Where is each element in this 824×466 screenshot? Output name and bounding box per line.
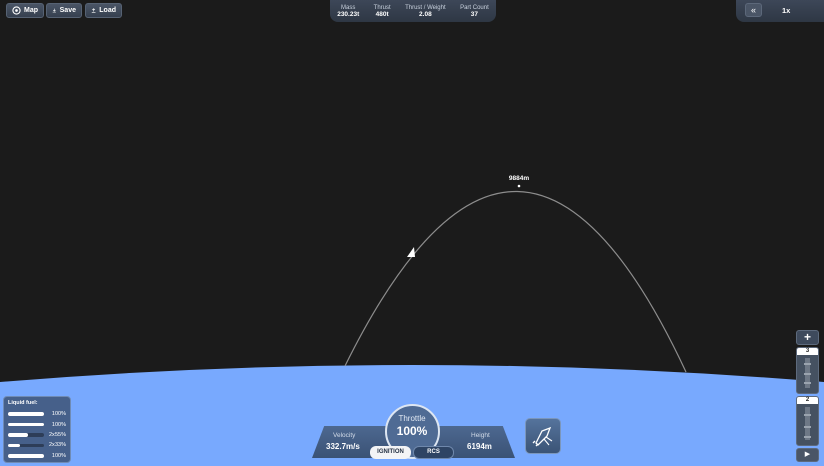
mass-value: 230.23t bbox=[337, 10, 360, 18]
part-count-stat: Part Count 37 bbox=[460, 5, 489, 18]
thrust-weight-value: 2.08 bbox=[419, 10, 432, 18]
map-button[interactable]: Map bbox=[6, 3, 44, 18]
fuel-bar bbox=[8, 454, 44, 458]
fuel-tank-list: 100% 100% 2x 55% 2x 33% 100% bbox=[8, 409, 66, 461]
rocket-stats-panel: Mass 230.23t Thrust 480t Thrust / Weight… bbox=[330, 0, 496, 22]
mass-stat: Mass 230.23t bbox=[337, 5, 359, 18]
fuel-panel: Liquid fuel: 100% 100% 2x 55% 2x 33% 100% bbox=[3, 396, 71, 463]
save-button[interactable]: Save bbox=[46, 3, 82, 18]
fuel-tank-row: 2x 55% bbox=[8, 430, 66, 440]
velocity-value: 332.7m/s bbox=[326, 442, 360, 451]
stage-number: 3 bbox=[797, 348, 818, 355]
fuel-bar bbox=[8, 412, 44, 416]
double-chevron-left-icon: « bbox=[750, 5, 756, 15]
time-warp-decrease-button[interactable]: « bbox=[745, 3, 762, 17]
fuel-bar-fill bbox=[8, 443, 20, 448]
fuel-bar bbox=[8, 433, 44, 437]
rocket-direction-arrow bbox=[407, 247, 415, 257]
stage-parts-icon bbox=[804, 407, 811, 440]
height-label: Height bbox=[471, 432, 490, 439]
staging-strip: + 3 2 ▶ bbox=[796, 330, 820, 463]
fuel-bar bbox=[8, 443, 44, 448]
time-warp-panel: « 1x bbox=[736, 0, 824, 22]
thrust-label: Thrust bbox=[373, 4, 391, 11]
apoapsis-label: 9884m bbox=[508, 175, 530, 182]
height-value: 6194m bbox=[467, 442, 492, 451]
apoapsis-marker bbox=[517, 184, 521, 188]
fuel-percent: 55% bbox=[54, 431, 66, 438]
fuel-multiplier: 2x bbox=[49, 442, 55, 449]
fuel-tank-row: 100% bbox=[8, 409, 66, 419]
plus-icon: + bbox=[803, 330, 811, 344]
world-scene bbox=[0, 184, 824, 466]
load-label: Load bbox=[99, 7, 116, 14]
thrust-weight-label: Thrust / Weight bbox=[405, 4, 446, 11]
time-scale-value: 1x bbox=[782, 6, 791, 15]
stage-number: 2 bbox=[797, 397, 818, 404]
thrust-value: 480t bbox=[375, 10, 389, 18]
fuel-bar-fill bbox=[8, 433, 28, 437]
fuel-percent: 100% bbox=[51, 452, 66, 459]
thrust-weight-stat: Thrust / Weight 2.08 bbox=[405, 5, 446, 18]
velocity-label: Velocity bbox=[333, 432, 356, 439]
ignition-button[interactable]: IGNITION bbox=[370, 446, 411, 459]
fuel-bar-fill bbox=[8, 422, 44, 427]
fuel-percent: 100% bbox=[51, 421, 66, 428]
fuel-bar bbox=[8, 422, 44, 427]
map-label: Map bbox=[24, 7, 38, 14]
fuel-percent: 33% bbox=[54, 442, 66, 449]
fuel-multiplier: 2x bbox=[49, 431, 55, 438]
upload-icon bbox=[91, 8, 96, 13]
fuel-tank-row: 100% bbox=[8, 419, 66, 429]
rcs-button[interactable]: RCS bbox=[413, 446, 454, 459]
fuel-percent: 100% bbox=[51, 411, 66, 418]
stage-card-3[interactable]: 3 bbox=[796, 347, 819, 394]
part-count-label: Part Count bbox=[460, 4, 489, 11]
save-label: Save bbox=[59, 7, 76, 14]
part-count-value: 37 bbox=[470, 10, 479, 18]
stage-parts-icon bbox=[804, 358, 811, 388]
fuel-tank-row: 2x 33% bbox=[8, 440, 66, 450]
thrust-stat: Thrust 480t bbox=[374, 5, 391, 18]
rocket-separation-icon bbox=[532, 426, 553, 447]
trajectory-path bbox=[344, 190, 687, 373]
throttle-value: 100% bbox=[396, 424, 428, 438]
download-icon bbox=[52, 8, 56, 13]
fuel-title: Liquid fuel: bbox=[8, 400, 38, 406]
play-stage-button[interactable]: ▶ bbox=[796, 448, 819, 462]
throttle-label: Throttle bbox=[398, 414, 426, 423]
play-icon: ▶ bbox=[804, 451, 811, 458]
fuel-bar-fill bbox=[8, 454, 44, 458]
load-button[interactable]: Load bbox=[85, 3, 122, 18]
stage-card-2[interactable]: 2 bbox=[796, 396, 819, 446]
activate-stage-button[interactable] bbox=[525, 418, 561, 454]
add-stage-button[interactable]: + bbox=[796, 330, 819, 345]
game-viewport[interactable]: 9884m Map Save Load Mass 230.23t Thrust … bbox=[0, 0, 824, 466]
fuel-tank-row: 100% bbox=[8, 451, 66, 461]
map-icon bbox=[12, 6, 21, 15]
fuel-bar-fill bbox=[8, 412, 44, 416]
